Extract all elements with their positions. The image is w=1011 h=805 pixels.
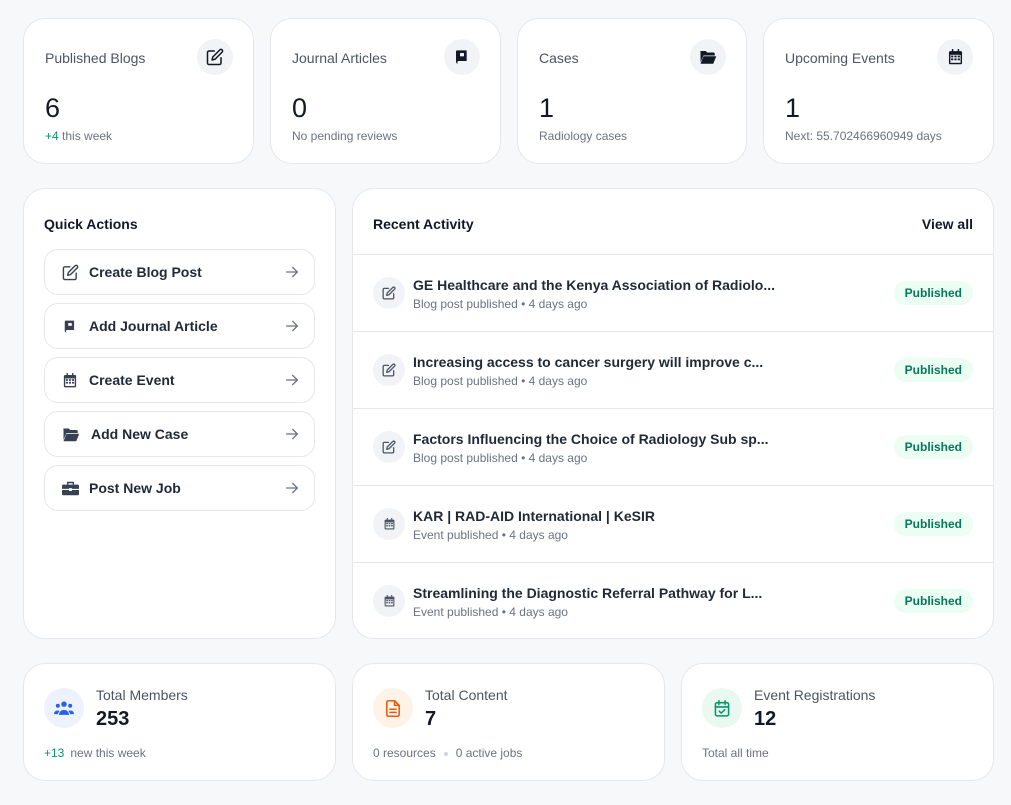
button-label: Add New Case bbox=[91, 426, 189, 442]
stat-value: 1 bbox=[539, 93, 555, 123]
activity-title: Increasing access to cancer surgery will… bbox=[413, 354, 764, 370]
add-new-case-button[interactable]: Add New Case bbox=[44, 411, 315, 457]
stat-card-journal-articles: Journal Articles 0 No pending reviews bbox=[270, 18, 501, 164]
stat-sub: Radiology cases bbox=[539, 129, 628, 143]
book-icon bbox=[444, 39, 480, 75]
stat-delta: +4 bbox=[45, 129, 59, 143]
active-jobs-count: 0 active jobs bbox=[455, 746, 523, 760]
button-label: Post New Job bbox=[89, 480, 181, 496]
stat-label: Journal Articles bbox=[292, 50, 387, 66]
status-badge: Published bbox=[893, 358, 973, 382]
card-footer: +13 new this week bbox=[44, 746, 146, 760]
activity-row[interactable]: GE Healthcare and the Kenya Association … bbox=[353, 254, 993, 331]
recent-activity-title: Recent Activity bbox=[373, 216, 474, 232]
pencil-square-icon bbox=[373, 431, 405, 463]
activity-title: GE Healthcare and the Kenya Association … bbox=[413, 277, 776, 293]
calendar-icon bbox=[373, 585, 405, 617]
activity-meta: Event published • 4 days ago bbox=[413, 528, 568, 542]
folder-open-icon bbox=[690, 39, 726, 75]
stat-sub: No pending reviews bbox=[292, 129, 398, 143]
document-icon bbox=[373, 688, 413, 728]
activity-title: Streamlining the Diagnostic Referral Pat… bbox=[413, 585, 763, 601]
activity-title: KAR | RAD-AID International | KeSIR bbox=[413, 508, 655, 524]
stat-label: Upcoming Events bbox=[785, 50, 895, 66]
calendar-icon bbox=[61, 371, 79, 389]
status-badge: Published bbox=[893, 435, 973, 459]
pencil-square-icon bbox=[61, 263, 79, 281]
arrow-right-icon bbox=[284, 372, 300, 393]
stat-sub: Next: 55.702466960949 days bbox=[785, 129, 942, 143]
activity-row[interactable]: KAR | RAD-AID International | KeSIR Even… bbox=[353, 485, 993, 562]
view-all-link[interactable]: View all bbox=[922, 216, 973, 232]
button-label: Create Blog Post bbox=[89, 264, 202, 280]
status-badge: Published bbox=[893, 512, 973, 536]
activity-title: Factors Influencing the Choice of Radiol… bbox=[413, 431, 769, 447]
calendar-icon bbox=[373, 508, 405, 540]
arrow-right-icon bbox=[284, 426, 300, 447]
pencil-square-icon bbox=[197, 39, 233, 75]
stat-value: 6 bbox=[45, 93, 61, 123]
arrow-right-icon bbox=[284, 264, 300, 285]
add-journal-article-button[interactable]: Add Journal Article bbox=[44, 303, 315, 349]
button-label: Add Journal Article bbox=[89, 318, 218, 334]
stat-card-published-blogs: Published Blogs 6 +4 this week bbox=[23, 18, 254, 164]
status-badge: Published bbox=[893, 589, 973, 613]
stat-card-cases: Cases 1 Radiology cases bbox=[517, 18, 747, 164]
card-footer: 0 resources 0 active jobs bbox=[373, 746, 522, 760]
create-blog-post-button[interactable]: Create Blog Post bbox=[44, 249, 315, 295]
arrow-right-icon bbox=[284, 318, 300, 339]
stat-value: 1 bbox=[785, 93, 801, 123]
card-value: 12 bbox=[754, 708, 777, 730]
card-footer: Total all time bbox=[702, 746, 769, 760]
resources-count: 0 resources bbox=[373, 746, 436, 760]
book-icon bbox=[61, 317, 79, 335]
stat-sub: +4 this week bbox=[45, 129, 112, 143]
quick-actions-title: Quick Actions bbox=[44, 216, 138, 232]
event-registrations-card: Event Registrations 12 Total all time bbox=[681, 663, 994, 781]
total-members-card: Total Members 253 +13 new this week bbox=[23, 663, 336, 781]
folder-open-icon bbox=[61, 425, 81, 443]
card-value: 7 bbox=[425, 708, 437, 730]
members-delta-text: new this week bbox=[70, 746, 146, 760]
quick-actions-panel: Quick Actions Create Blog Post Add Journ… bbox=[23, 188, 336, 639]
stat-label: Published Blogs bbox=[45, 50, 146, 66]
activity-meta: Blog post published • 4 days ago bbox=[413, 374, 588, 388]
activity-row[interactable]: Increasing access to cancer surgery will… bbox=[353, 331, 993, 408]
separator-dot bbox=[443, 751, 448, 756]
calendar-check-icon bbox=[702, 688, 742, 728]
pencil-square-icon bbox=[373, 354, 405, 386]
activity-row[interactable]: Factors Influencing the Choice of Radiol… bbox=[353, 408, 993, 485]
card-label: Total Members bbox=[96, 687, 188, 703]
button-label: Create Event bbox=[89, 372, 175, 388]
users-icon bbox=[44, 688, 84, 728]
arrow-right-icon bbox=[284, 480, 300, 501]
stat-label: Cases bbox=[539, 50, 579, 66]
stat-sub-text: this week bbox=[58, 129, 113, 143]
activity-meta: Blog post published • 4 days ago bbox=[413, 451, 588, 465]
calendar-icon bbox=[937, 39, 973, 75]
card-value: 253 bbox=[96, 708, 130, 730]
stat-value: 0 bbox=[292, 93, 308, 123]
briefcase-icon bbox=[61, 479, 79, 497]
status-badge: Published bbox=[893, 281, 973, 305]
pencil-square-icon bbox=[373, 277, 405, 309]
post-new-job-button[interactable]: Post New Job bbox=[44, 465, 315, 511]
activity-meta: Event published • 4 days ago bbox=[413, 605, 568, 619]
card-label: Total Content bbox=[425, 687, 508, 703]
recent-activity-panel: Recent Activity View all GE Healthcare a… bbox=[352, 188, 994, 639]
members-delta: +13 bbox=[44, 746, 65, 760]
stat-card-upcoming-events: Upcoming Events 1 Next: 55.702466960949 … bbox=[763, 18, 994, 164]
activity-row[interactable]: Streamlining the Diagnostic Referral Pat… bbox=[353, 562, 993, 638]
card-label: Event Registrations bbox=[754, 687, 876, 703]
create-event-button[interactable]: Create Event bbox=[44, 357, 315, 403]
activity-meta: Blog post published • 4 days ago bbox=[413, 297, 588, 311]
total-content-card: Total Content 7 0 resources 0 active jobs bbox=[352, 663, 665, 781]
